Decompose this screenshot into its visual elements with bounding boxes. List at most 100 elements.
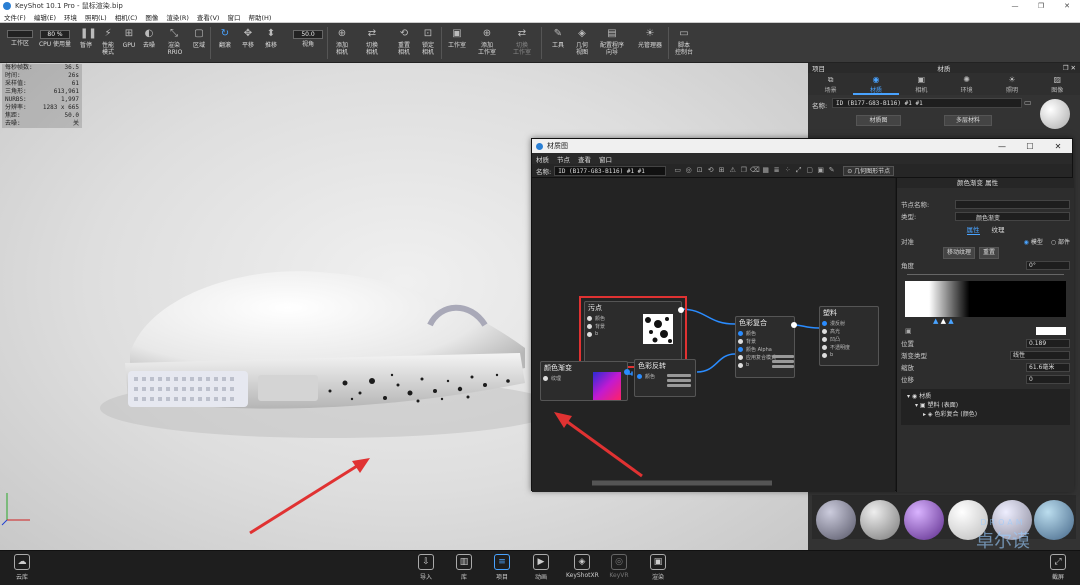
node-graph-canvas[interactable]: 污点 颜色 背景 b 颜色渐变 纹理 色彩反转 颜色 色彩复合 颜色 背景 颜色…	[532, 178, 895, 492]
tab-environment[interactable]: ✺ 环境	[944, 73, 989, 95]
cpu-usage-control[interactable]: 80 % CPU 使用量	[37, 25, 73, 61]
menu-window[interactable]: 窗口	[595, 154, 616, 164]
keyshotxr-button[interactable]: ◈ KeyShotXR	[566, 554, 599, 579]
output-port[interactable]	[791, 322, 797, 328]
tab-properties[interactable]: 属性	[966, 224, 980, 235]
reset-button[interactable]: 重置	[979, 247, 1000, 259]
angle-slider[interactable]	[907, 271, 1064, 275]
layout-icon[interactable]: ▦	[760, 166, 771, 175]
stop-color-swatch[interactable]	[1036, 327, 1066, 335]
menu-image[interactable]: 图像	[141, 12, 162, 22]
menu-render[interactable]: 渲染(R)	[162, 12, 193, 22]
geometry-node-button[interactable]: ⊙ 几何图形节点	[843, 165, 895, 176]
close-button[interactable]: ✕	[1054, 2, 1080, 10]
close-button[interactable]: ✕	[1044, 142, 1072, 151]
menu-node[interactable]: 节点	[553, 154, 574, 164]
trash-icon[interactable]: ⌫	[749, 166, 760, 175]
offset-field[interactable]: 0	[1026, 374, 1070, 384]
denoise-button[interactable]: ◐ 去噪	[136, 25, 162, 61]
menu-help[interactable]: 帮助(H)	[244, 12, 275, 22]
menu-camera[interactable]: 相机(C)	[111, 12, 142, 22]
menu-file[interactable]: 文件(F)	[0, 12, 30, 22]
keyvr-button[interactable]: ◎ KeyVR	[605, 554, 633, 579]
material-thumb[interactable]	[1034, 500, 1074, 540]
switch-camera-button[interactable]: ⇄ 切换 相机	[359, 25, 385, 61]
workspace-button[interactable]: 工作区	[4, 25, 36, 61]
color-composite-node[interactable]: 色彩复合 颜色 背景 颜色 Alpha 应用复合模式 b	[735, 316, 797, 378]
type-select[interactable]: 颜色渐变	[955, 211, 1070, 222]
crop-icon[interactable]: ⊡	[694, 166, 705, 175]
configurator-wizard-button[interactable]: ▤ 配置程序 向导	[594, 25, 630, 61]
copy-icon[interactable]: ❐	[738, 166, 749, 175]
material-graph-button[interactable]: 材质图	[856, 115, 901, 126]
fov-value-field[interactable]: 50.0	[293, 30, 323, 39]
import-button[interactable]: ⇩ 导入	[412, 554, 440, 581]
render-region-button[interactable]: ⤡ 渲染 RRIO	[161, 25, 187, 61]
delete-stop-icon[interactable]: ▣	[905, 327, 912, 337]
maximize-button[interactable]: ❐	[1028, 2, 1054, 10]
add-camera-button[interactable]: ⊕ 添加 相机	[329, 25, 355, 61]
project-button[interactable]: ≡ 项目	[488, 554, 516, 581]
warning-icon[interactable]: ⚠	[727, 166, 738, 175]
material-name-field[interactable]: ID (B177-G83-B116) #1 #1	[832, 98, 1022, 108]
minimize-button[interactable]: —	[988, 142, 1016, 151]
tree-item[interactable]: ▾ ▣ 塑料 (表面)	[907, 400, 1064, 409]
tab-material[interactable]: ◉ 材质	[853, 73, 899, 95]
tab-camera[interactable]: ▣ 相机	[899, 73, 944, 95]
gradient-type-select[interactable]: 线性	[1010, 350, 1070, 360]
light-manager-button[interactable]: ☀ 光管理器	[634, 25, 666, 61]
minimize-button[interactable]: —	[1002, 2, 1028, 10]
sync-icon[interactable]: ⟲	[705, 166, 716, 175]
multi-material-button[interactable]: 多层材料	[944, 115, 992, 126]
menu-material[interactable]: 材质	[532, 154, 553, 164]
tools-button[interactable]: ✎ 工具	[545, 25, 571, 61]
menu-window[interactable]: 窗口	[223, 12, 244, 22]
mode-part-radio[interactable]: ○ 部件	[1051, 237, 1070, 246]
material-thumb[interactable]	[904, 500, 944, 540]
tree-item[interactable]: ▸ ◈ 色彩复合 (颜色)	[907, 409, 1064, 418]
tab-scene[interactable]: ⧉ 场景	[808, 73, 853, 95]
save-icon[interactable]: ▭	[672, 166, 683, 175]
output-port[interactable]	[624, 369, 630, 375]
tab-lighting[interactable]: ☀ 照明	[989, 73, 1034, 95]
menu-view[interactable]: 查看	[574, 154, 595, 164]
reset-camera-button[interactable]: ⟲ 重置 相机	[391, 25, 417, 61]
gradient-bar[interactable]	[905, 281, 1066, 317]
fit-icon[interactable]: ⤢	[793, 166, 804, 175]
material-name-field[interactable]: ID (B177-G83-B116) #1 #1	[554, 165, 667, 176]
studio-button[interactable]: ▣ 工作室	[444, 25, 470, 61]
switch-studio-button[interactable]: ⇄ 切换 工作室	[509, 25, 535, 61]
menu-environment[interactable]: 环境	[60, 12, 81, 22]
plastic-node[interactable]: 塑料 漫反射 高光 凹凸 不透明度 b	[819, 306, 879, 366]
cloud-library-button[interactable]: ☁ 云库	[8, 554, 36, 581]
add-studio-button[interactable]: ⊕ 添加 工作室	[474, 25, 500, 61]
nodes-icon[interactable]: ⁘	[782, 166, 793, 175]
scale-field[interactable]: 61.6毫米	[1026, 362, 1070, 372]
grid-icon[interactable]: ⊞	[716, 166, 727, 175]
move-texture-button[interactable]: 移动纹理	[943, 247, 976, 259]
region-button[interactable]: ▢ 区域	[186, 25, 212, 61]
tools-icon[interactable]: ✎	[826, 166, 837, 175]
node-name-field[interactable]	[955, 199, 1070, 209]
angle-field[interactable]: 0°	[1026, 260, 1070, 270]
gradient-stops[interactable]: ▲ ▲ ▲	[897, 317, 1074, 327]
lock-camera-button[interactable]: ⊡ 锁定 相机	[415, 25, 441, 61]
mode-model-radio[interactable]: ◉ 模型	[1024, 237, 1043, 246]
menu-view[interactable]: 查看(V)	[193, 12, 224, 22]
position-field[interactable]: 0.189	[1026, 338, 1070, 348]
cpu-value-field[interactable]: 80 %	[40, 30, 70, 39]
preview-icon[interactable]: ▣	[815, 166, 826, 175]
tab-image[interactable]: ▨ 图像	[1035, 73, 1080, 95]
target-icon[interactable]: ◎	[683, 166, 694, 175]
screenshot-button[interactable]: ⤢ 截屏	[1044, 554, 1072, 581]
dolly-button[interactable]: ⬍ 推移	[258, 25, 284, 61]
animation-button[interactable]: ▶ 动画	[527, 554, 555, 581]
tab-texture[interactable]: 纹理	[992, 224, 1005, 235]
tree-item[interactable]: ▾ ◉ 材质	[907, 391, 1064, 400]
menu-lighting[interactable]: 照明(L)	[81, 12, 111, 22]
geometry-view-button[interactable]: ◈ 几何 视图	[569, 25, 595, 61]
maximize-button[interactable]: ☐	[1016, 142, 1044, 151]
library-button[interactable]: ▥ 库	[450, 554, 478, 581]
panel-close-icon[interactable]: ❐ ✕	[1063, 64, 1076, 72]
render-button[interactable]: ▣ 渲染	[644, 554, 672, 581]
